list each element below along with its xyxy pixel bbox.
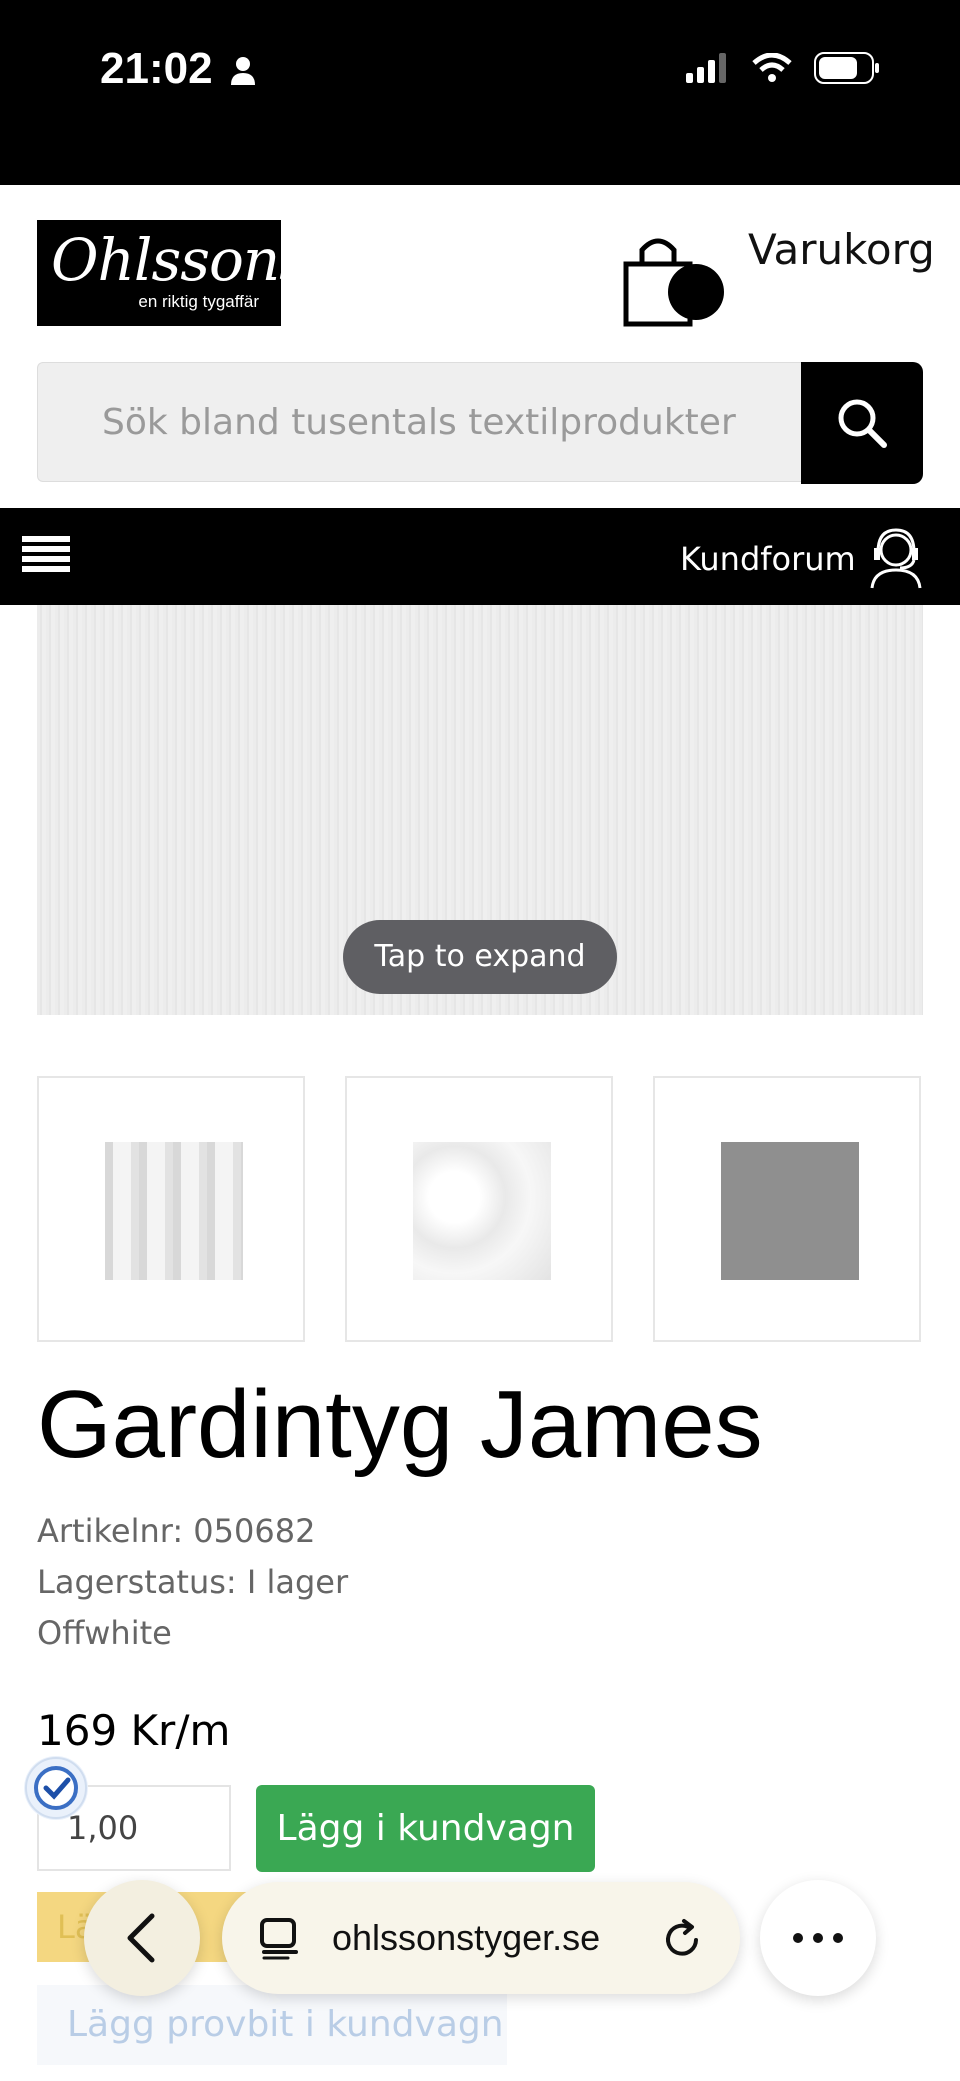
battery-icon: [814, 52, 879, 84]
back-button[interactable]: [84, 1880, 200, 1996]
thumbnail-curtain[interactable]: [37, 1076, 305, 1342]
logo-tagline: en riktig tygaffär: [138, 292, 259, 311]
chevron-left-icon: [127, 1913, 155, 1963]
fabric-image: [413, 1142, 551, 1280]
search-input[interactable]: Sök bland tusentals textilprodukter: [37, 362, 801, 482]
shopping-bag-icon[interactable]: [620, 230, 730, 330]
customer-support-icon[interactable]: [868, 524, 924, 590]
add-to-cart-button[interactable]: Lägg i kundvagn: [256, 1785, 595, 1872]
thumbnail-fabric[interactable]: [345, 1076, 613, 1342]
wifi-icon: [752, 53, 792, 82]
main-nav: Kundforum: [0, 508, 960, 605]
verified-check-icon[interactable]: [24, 1756, 88, 1820]
color-swatch: [721, 1142, 859, 1280]
cart-label[interactable]: Varukorg: [748, 225, 935, 274]
cellular-signal-icon: [686, 53, 726, 83]
ohlssons-logo[interactable]: Ohlssons en riktig tygaffär: [37, 220, 309, 326]
product-price: 169 Kr/m: [37, 1706, 231, 1755]
address-bar[interactable]: ohlssonstyger.se: [222, 1882, 740, 1994]
hamburger-menu-icon[interactable]: [22, 536, 70, 578]
search-icon: [838, 399, 887, 448]
tap-to-expand-button[interactable]: Tap to expand: [343, 920, 617, 994]
ellipsis-icon: [793, 1933, 843, 1943]
thumbnail-color[interactable]: [653, 1076, 921, 1342]
status-icons: [686, 52, 880, 84]
more-options-button[interactable]: [760, 1880, 876, 1996]
status-bar: 21:02: [0, 0, 960, 185]
status-time: 21:02: [100, 44, 257, 94]
article-number: Artikelnr: 050682: [37, 1512, 316, 1550]
product-title: Gardintyg James: [37, 1371, 763, 1478]
search-button[interactable]: [801, 362, 923, 484]
product-thumbnails: [37, 1076, 923, 1344]
page-menu-icon[interactable]: [258, 1916, 302, 1960]
stock-status: Lagerstatus: I lager: [37, 1563, 349, 1601]
person-icon: [230, 57, 255, 86]
product-color: Offwhite: [37, 1614, 172, 1652]
browser-toolbar: ohlssonstyger.se: [0, 1870, 960, 2010]
kundforum-link[interactable]: Kundforum: [680, 540, 856, 578]
site-header: Ohlssons en riktig tygaffär Varukorg Sök…: [0, 185, 960, 508]
logo-wordmark: Ohlssons: [51, 226, 309, 294]
reload-icon[interactable]: [660, 1918, 704, 1962]
search-bar: Sök bland tusentals textilprodukter: [37, 362, 923, 484]
url-text: ohlssonstyger.se: [332, 1917, 601, 1958]
curtain-image: [105, 1142, 243, 1280]
